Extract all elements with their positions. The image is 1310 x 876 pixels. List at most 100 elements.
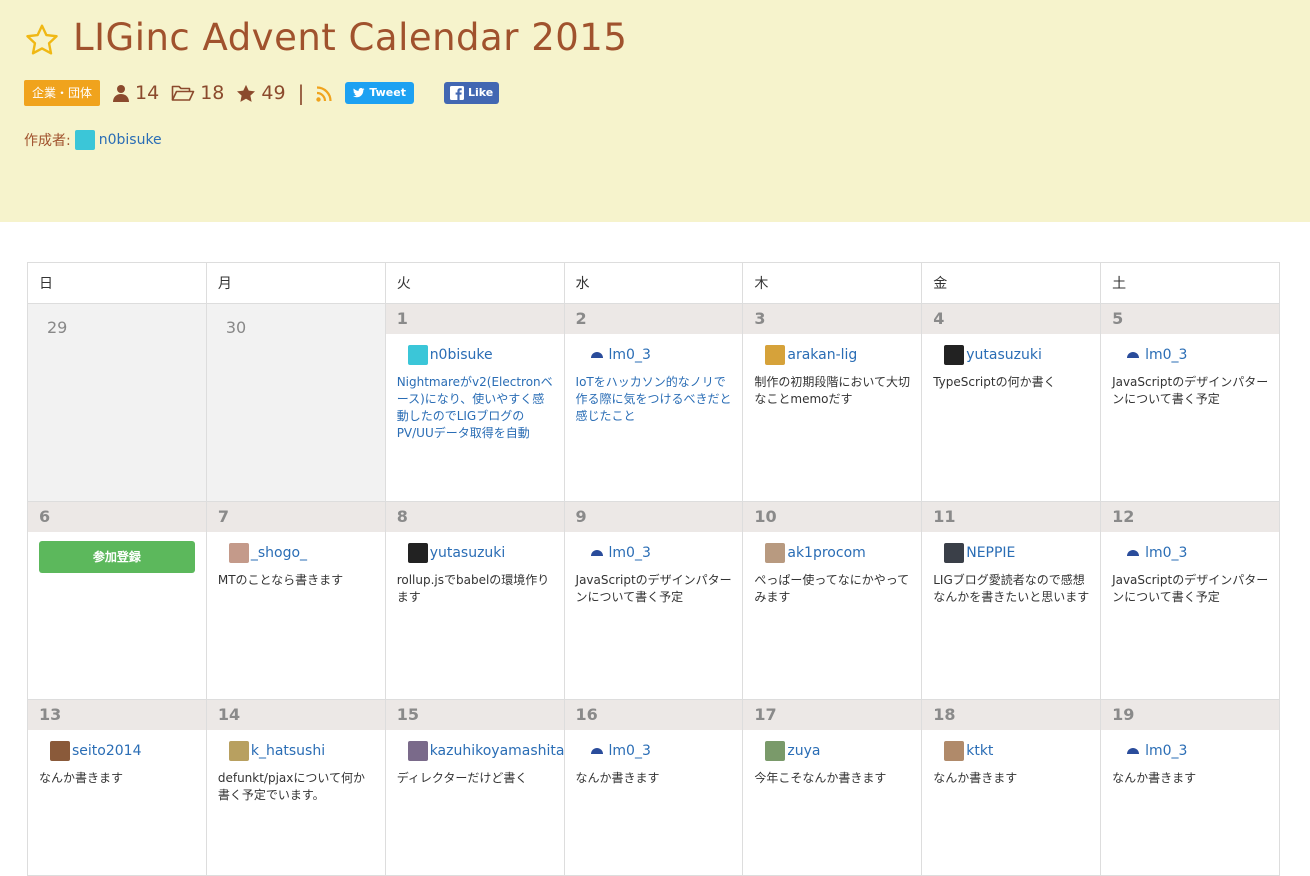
user-avatar[interactable]	[586, 741, 607, 761]
user-link[interactable]: lm0_3	[609, 347, 651, 363]
weekday-sat: 土	[1100, 262, 1280, 304]
article-link[interactable]: Nightmareがv2(Electronベース)になり、使いやすく感動したので…	[386, 366, 564, 442]
user-avatar[interactable]	[586, 543, 607, 563]
user-avatar[interactable]	[1123, 543, 1144, 563]
entry-author: _shogo_	[207, 532, 385, 564]
user-link[interactable]: k_hatsushi	[251, 743, 325, 759]
user-avatar[interactable]	[228, 741, 249, 761]
facebook-like-button[interactable]: Like	[443, 82, 500, 104]
user-avatar[interactable]	[944, 345, 965, 365]
entry-author: ak1procom	[743, 532, 921, 564]
weekday-tue: 火	[384, 262, 565, 304]
day-cell: 30	[205, 303, 386, 502]
entry-description: なんか書きます	[575, 771, 660, 785]
entry-author: kazuhikoyamashita	[386, 730, 565, 762]
twitter-icon	[353, 88, 365, 98]
day-number: 8	[385, 502, 564, 532]
user-link[interactable]: arakan-lig	[787, 347, 857, 363]
category-badge[interactable]: 企業・団体	[24, 80, 101, 106]
user-link[interactable]: NEPPIE	[966, 545, 1015, 561]
entry-author: zuya	[743, 730, 921, 762]
weekday-fri: 金	[921, 262, 1102, 304]
entry-author: lm0_3	[565, 730, 743, 762]
facebook-icon	[449, 86, 464, 100]
user-avatar[interactable]	[944, 543, 965, 563]
day-number: 11	[922, 502, 1101, 532]
author-label: 作成者:	[24, 133, 71, 149]
weekday-thu: 木	[742, 262, 923, 304]
day-number: 30	[225, 318, 247, 337]
folders-count: 18	[200, 82, 225, 104]
user-avatar[interactable]	[228, 543, 249, 563]
day-cell: 6 参加登録	[27, 501, 207, 700]
tweet-button[interactable]: Tweet	[345, 82, 414, 104]
user-link[interactable]: zuya	[787, 743, 820, 759]
user-avatar[interactable]	[407, 741, 428, 761]
user-link[interactable]: ktkt	[966, 743, 993, 759]
entry-description: LIGブログ愛読者なので感想なんかを書きたいと思います	[933, 573, 1090, 604]
day-cell: 29	[27, 303, 207, 502]
user-link[interactable]: lm0_3	[1145, 743, 1187, 759]
user-avatar[interactable]	[765, 345, 786, 365]
entry-description: JavaScriptのデザインパターンについて書く予定	[575, 573, 732, 604]
day-cell: 1 n0bisuke Nightmareがv2(Electronベース)になり、使い…	[384, 303, 565, 502]
user-avatar[interactable]	[50, 741, 70, 761]
day-number: 3	[743, 304, 922, 334]
user-avatar[interactable]	[407, 345, 428, 365]
author-avatar[interactable]	[74, 130, 95, 150]
day-cell: 5 lm0_3 JavaScriptのデザインパターンについて書く予定	[1100, 303, 1280, 502]
entry-description: ディレクターだけど書く	[396, 771, 528, 785]
user-link[interactable]: kazuhikoyamashita	[430, 743, 565, 759]
entry-description: ぺっぱー使ってなにかやってみます	[754, 573, 910, 604]
calendar-header: LIGinc Advent Calendar 2015 企業・団体 14 18 …	[0, 0, 1310, 222]
day-number: 14	[206, 700, 385, 730]
user-link[interactable]: ak1procom	[787, 545, 865, 561]
day-number: 15	[385, 700, 564, 730]
user-link[interactable]: lm0_3	[609, 743, 651, 759]
user-avatar[interactable]	[407, 543, 428, 563]
user-link[interactable]: lm0_3	[609, 545, 651, 561]
user-link[interactable]: _shogo_	[251, 545, 307, 561]
entry-author: ktkt	[922, 730, 1100, 762]
day-cell: 11 NEPPIE LIGブログ愛読者なので感想なんかを書きたいと思います	[921, 501, 1102, 700]
rss-icon[interactable]	[316, 85, 333, 102]
article-link[interactable]: IoTをハッカソン的なノリで作る際に気をつけるべきだと感じたこと	[565, 366, 743, 425]
entry-description: なんか書きます	[39, 771, 124, 785]
entry-author: NEPPIE	[922, 532, 1100, 564]
user-avatar[interactable]	[765, 543, 786, 563]
entry-description: JavaScriptのデザインパターンについて書く予定	[1112, 573, 1269, 604]
user-avatar[interactable]	[1123, 345, 1144, 365]
user-link[interactable]: yutasuzuki	[966, 347, 1042, 363]
entry-description: なんか書きます	[933, 771, 1018, 785]
user-link[interactable]: lm0_3	[1145, 347, 1187, 363]
user-icon	[113, 85, 130, 102]
user-avatar[interactable]	[1123, 741, 1144, 761]
day-number: 4	[922, 304, 1101, 334]
join-button[interactable]: 参加登録	[39, 541, 195, 573]
user-link[interactable]: lm0_3	[1145, 545, 1187, 561]
star-icon	[237, 84, 256, 102]
entry-author: arakan-lig	[743, 334, 921, 366]
entry-description: 今年こそなんか書きます	[754, 771, 887, 785]
author-link[interactable]: n0bisuke	[99, 132, 162, 148]
entry-author: k_hatsushi	[207, 730, 385, 762]
user-link[interactable]: seito2014	[72, 743, 141, 759]
entry-description: MTのことなら書きます	[217, 573, 344, 587]
star-outline-icon[interactable]	[24, 22, 60, 58]
day-cell: 17 zuya 今年こそなんか書きます	[742, 699, 923, 876]
user-link[interactable]: n0bisuke	[430, 347, 493, 363]
like-label: Like	[467, 86, 494, 99]
user-link[interactable]: yutasuzuki	[430, 545, 506, 561]
user-avatar[interactable]	[586, 345, 607, 365]
user-avatar[interactable]	[944, 741, 965, 761]
user-avatar[interactable]	[765, 741, 786, 761]
calendar-week-row: 6 参加登録 7 _shogo_ MTのことなら書きます 8 yutasuzuki rollu…	[27, 501, 1280, 700]
entry-description: defunkt/pjaxについて何か書く予定でいます。	[217, 771, 366, 802]
entry-description: rollup.jsでbabelの環境作ります	[396, 573, 550, 604]
day-number: 6	[28, 502, 206, 532]
advent-calendar-grid: 日 月 火 水 木 金 土 29 30 1 n0bisuke Nightmareがv2(…	[27, 262, 1280, 876]
day-number: 13	[28, 700, 206, 730]
folder-open-icon	[171, 85, 195, 101]
weekday-wed: 水	[563, 262, 744, 304]
entry-description: TypeScriptの何か書く	[933, 375, 1056, 389]
